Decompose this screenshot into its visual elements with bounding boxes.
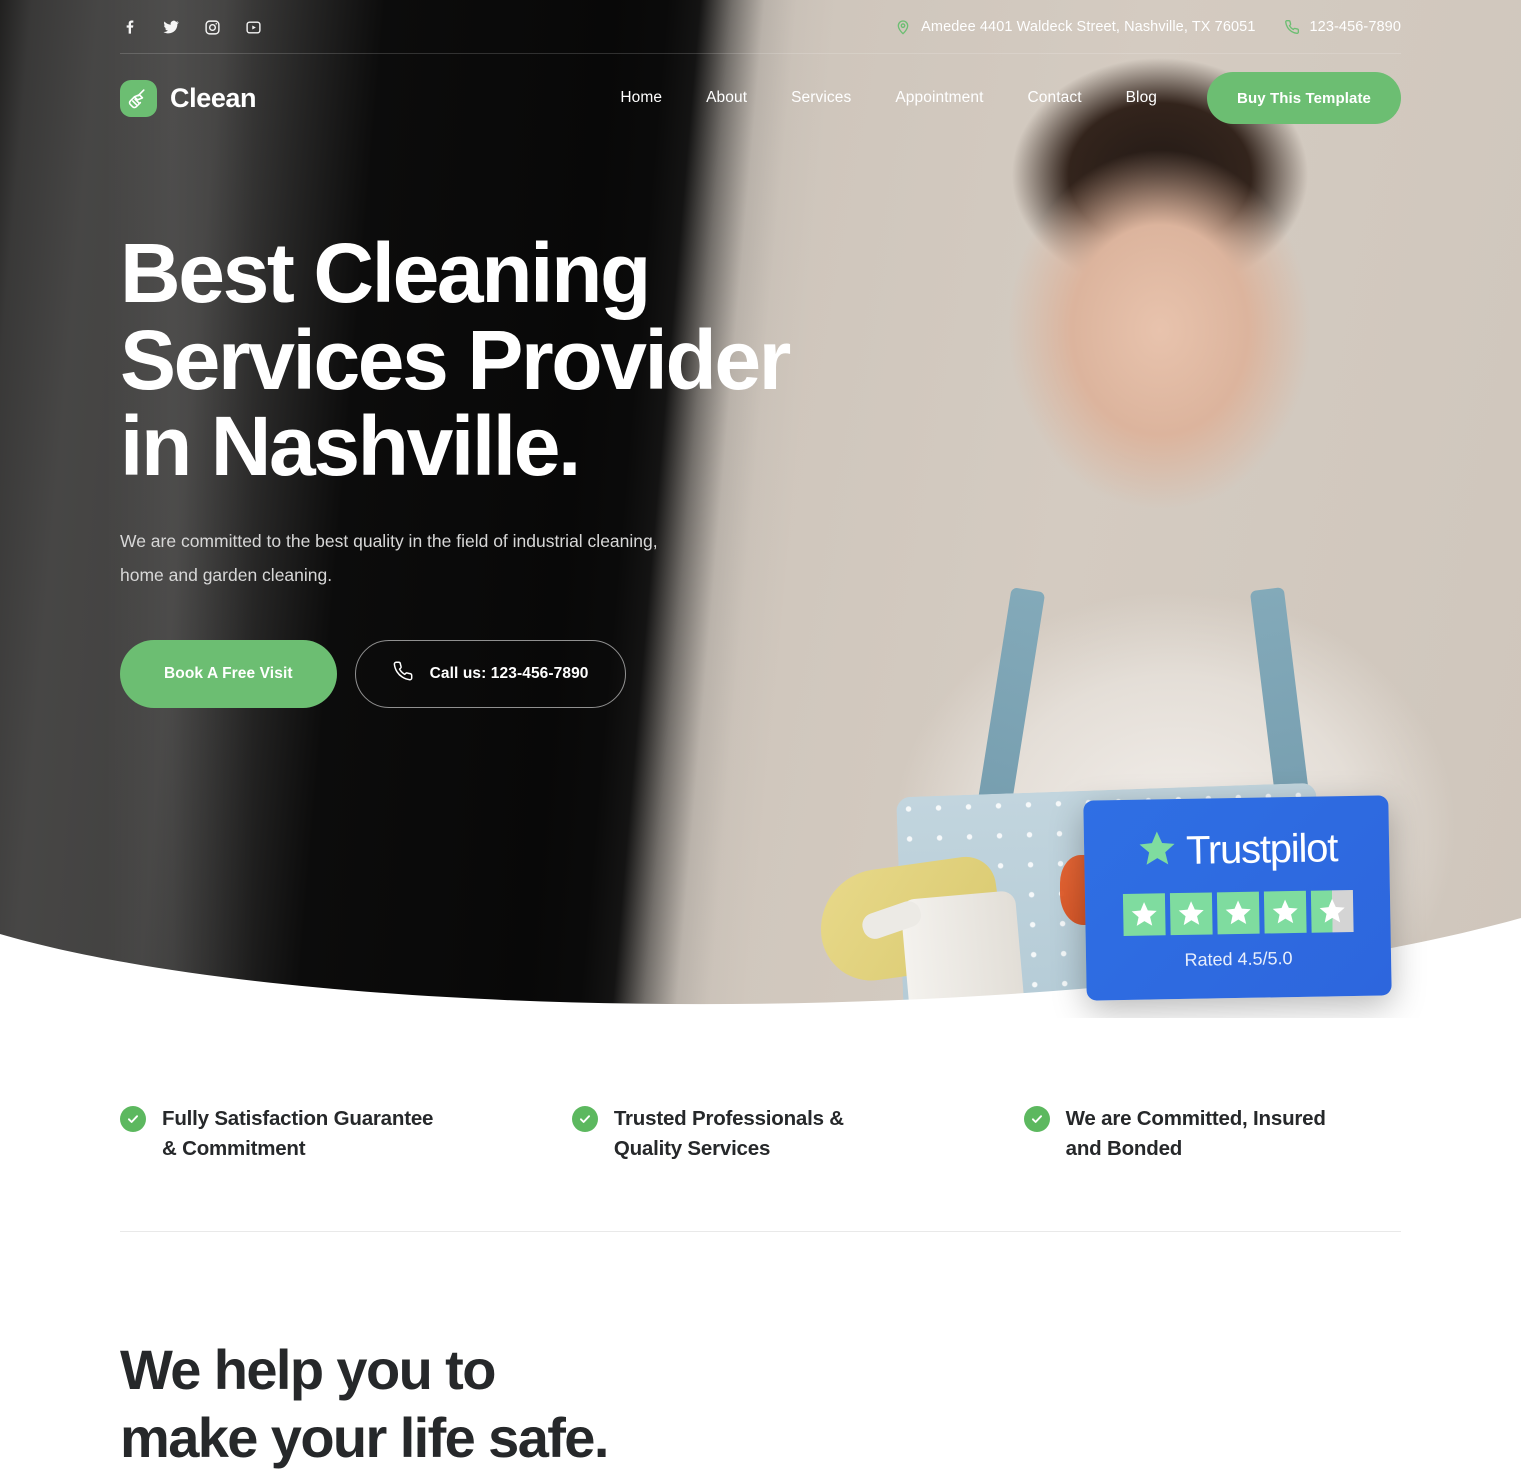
feature-label-line-1: Fully Satisfaction Guarantee <box>162 1107 434 1130</box>
main-navigation: Cleean Home About Services Appointment C… <box>0 54 1521 142</box>
nav-item-home[interactable]: Home <box>598 81 684 115</box>
trustpilot-rating-text: Rated 4.5/5.0 <box>1184 947 1293 970</box>
hero-content: Best Cleaning Services Provider in Nashv… <box>0 142 1521 708</box>
nav-item-blog[interactable]: Blog <box>1104 81 1179 115</box>
feature-label-line-2: Quality Services <box>613 1137 771 1161</box>
feature-label-line-2: & Commitment <box>162 1137 306 1161</box>
instagram-icon[interactable] <box>202 17 222 37</box>
rating-star <box>1216 891 1260 934</box>
brand-name: Cleean <box>170 82 257 113</box>
feature-item: We are Committed, Insured and Bonded <box>1023 1104 1401 1165</box>
social-links <box>120 17 263 37</box>
trustpilot-wordmark: Trustpilot <box>1185 825 1338 873</box>
phone-link[interactable]: 123-456-7890 <box>1284 19 1402 35</box>
nav-item-appointment[interactable]: Appointment <box>873 81 1005 115</box>
phone-text: 123-456-7890 <box>1309 19 1401 35</box>
rating-star-half <box>1310 889 1354 933</box>
hero-title-line-2: Services Provider <box>120 312 791 407</box>
feature-label: Fully Satisfaction Guarantee & Commitmen… <box>162 1104 433 1165</box>
broom-icon <box>120 79 157 117</box>
features-list: Fully Satisfaction Guarantee & Commitmen… <box>120 1104 1401 1165</box>
trustpilot-star-icon <box>1136 828 1179 876</box>
check-circle-icon <box>120 1106 146 1132</box>
rating-star <box>1169 891 1213 935</box>
nav-menu: Home About Services Appointment Contact … <box>598 72 1401 124</box>
about-heading: We help you to make your life safe. <box>120 1336 680 1473</box>
nav-item-about[interactable]: About <box>684 81 769 115</box>
youtube-icon[interactable] <box>243 17 263 37</box>
address-text: Amedee 4401 Waldeck Street, Nashville, T… <box>921 19 1256 35</box>
rating-star <box>1263 890 1307 934</box>
feature-item: Fully Satisfaction Guarantee & Commitmen… <box>120 1104 572 1165</box>
phone-icon <box>392 660 414 687</box>
address-block: Amedee 4401 Waldeck Street, Nashville, T… <box>895 19 1255 35</box>
brand-logo[interactable]: Cleean <box>120 79 257 117</box>
feature-label-line-1: We are Committed, Insured <box>1065 1107 1326 1130</box>
about-heading-line-1: We help you to <box>120 1337 496 1401</box>
rating-star <box>1122 892 1166 936</box>
about-heading-line-2: make your life safe. <box>120 1405 609 1469</box>
feature-label-line-2: and Bonded <box>1065 1137 1183 1161</box>
hero-title-line-1: Best Cleaning <box>120 226 651 320</box>
hero-section: Amedee 4401 Waldeck Street, Nashville, T… <box>0 0 1521 1018</box>
check-circle-icon <box>571 1106 598 1132</box>
nav-item-services[interactable]: Services <box>769 81 873 115</box>
feature-label: We are Committed, Insured and Bonded <box>1066 1104 1326 1165</box>
about-section: We help you to make your life safe. <box>0 1232 1521 1473</box>
book-a-free-visit-button[interactable]: Book A Free Visit <box>120 639 337 708</box>
twitter-icon[interactable] <box>161 17 181 37</box>
buy-this-template-button[interactable]: Buy This Template <box>1207 72 1401 124</box>
feature-label: Trusted Professionals & Quality Services <box>614 1104 844 1165</box>
check-circle-icon <box>1023 1106 1050 1132</box>
hero-title-line-3: in Nashville. <box>120 399 581 494</box>
feature-item: Trusted Professionals & Quality Services <box>571 1104 1024 1165</box>
trustpilot-logo: Trustpilot <box>1136 825 1338 876</box>
call-us-button[interactable]: Call us: 123-456-7890 <box>354 639 626 708</box>
phone-icon <box>1284 19 1300 35</box>
hero-title: Best Cleaning Services Provider in Nashv… <box>120 230 960 490</box>
trustpilot-badge[interactable]: Trustpilot Rated 4.5/5.0 <box>1083 795 1392 1001</box>
features-section: Fully Satisfaction Guarantee & Commitmen… <box>0 1018 1521 1165</box>
contact-info-group: Amedee 4401 Waldeck Street, Nashville, T… <box>895 19 1401 35</box>
nav-item-contact[interactable]: Contact <box>1005 81 1103 115</box>
trustpilot-star-rating <box>1122 889 1354 936</box>
top-utility-bar: Amedee 4401 Waldeck Street, Nashville, T… <box>0 0 1521 54</box>
call-us-label: Call us: 123-456-7890 <box>429 664 589 682</box>
hero-subtitle: We are committed to the best quality in … <box>120 530 658 585</box>
feature-label-line-1: Trusted Professionals & <box>613 1107 844 1130</box>
hero-cta-group: Book A Free Visit Call us: 123-456-7890 <box>120 639 1401 708</box>
facebook-icon[interactable] <box>120 17 140 37</box>
location-pin-icon <box>895 19 911 35</box>
